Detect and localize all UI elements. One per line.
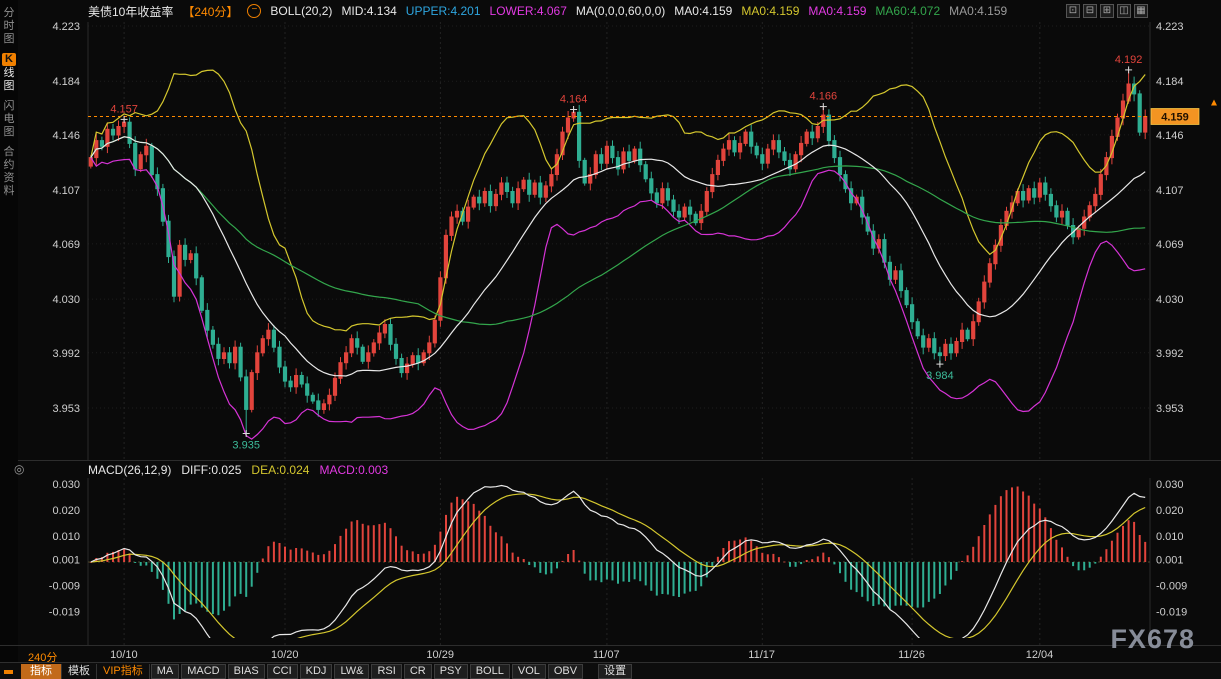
layout-grid-4-icon[interactable]: ⊞ <box>1100 4 1114 18</box>
ma-label: MA(0,0,0,60,0,0) <box>576 4 665 18</box>
toolbar-item-8[interactable]: LW& <box>334 664 369 679</box>
sidebar-tab-1[interactable]: K线图 <box>1 53 17 93</box>
date-label-5: 11/26 <box>898 649 925 661</box>
svg-text:0.010: 0.010 <box>1156 531 1184 543</box>
ma-value-2: MA0:4.159 <box>808 4 866 18</box>
layout-side-icon[interactable]: ◫ <box>1117 4 1131 18</box>
svg-text:4.107: 4.107 <box>52 185 80 197</box>
toolbar-item-6[interactable]: CCI <box>267 664 298 679</box>
svg-text:4.184: 4.184 <box>1156 76 1184 88</box>
date-label-1: 10/20 <box>271 649 299 661</box>
boll-upper-value: UPPER:4.201 <box>406 4 481 18</box>
toolbar-item-9[interactable]: RSI <box>371 664 401 679</box>
svg-text:4.192: 4.192 <box>1115 54 1143 66</box>
toolbar-handle-icon[interactable] <box>4 670 13 674</box>
date-label-6: 12/04 <box>1026 649 1054 661</box>
svg-text:0.020: 0.020 <box>52 505 80 517</box>
svg-text:4.030: 4.030 <box>1156 294 1184 306</box>
svg-text:4.159: 4.159 <box>1161 112 1189 124</box>
svg-text:4.030: 4.030 <box>52 294 80 306</box>
svg-text:4.157: 4.157 <box>110 103 138 115</box>
date-label-2: 10/29 <box>426 649 454 661</box>
svg-text:4.069: 4.069 <box>52 239 80 251</box>
ma-value-4: MA0:4.159 <box>949 4 1007 18</box>
date-label-0: 10/10 <box>110 649 138 661</box>
svg-text:-0.009: -0.009 <box>49 580 80 592</box>
toolbar-item-15[interactable]: 设置 <box>598 664 632 679</box>
svg-text:0.001: 0.001 <box>1156 554 1184 566</box>
svg-text:4.184: 4.184 <box>52 76 80 88</box>
toolbar-item-14[interactable]: OBV <box>548 664 583 679</box>
ma-value-0: MA0:4.159 <box>674 4 732 18</box>
macd-header: MACD(26,12,9) DIFF:0.025 DEA:0.024 MACD:… <box>18 460 1221 478</box>
period-tag[interactable]: 【240分】 <box>182 3 238 20</box>
watermark: FX678 <box>1110 624 1195 655</box>
toolbar-item-7[interactable]: KDJ <box>300 664 333 679</box>
chart-header: 美债10年收益率 【240分】 − BOLL(20,2) MID:4.134 U… <box>18 0 1221 22</box>
macd-macd-value: MACD:0.003 <box>319 463 388 477</box>
boll-lower-value: LOWER:4.067 <box>490 4 567 18</box>
current-price-tag: 4.159 <box>1151 100 1217 125</box>
svg-text:4.223: 4.223 <box>1156 22 1184 33</box>
svg-text:0.001: 0.001 <box>52 554 80 566</box>
sidebar-tabs: 分时图 K线图闪电图合约资料 <box>0 0 18 679</box>
svg-text:0.010: 0.010 <box>52 531 80 543</box>
sidebar-tab-0[interactable]: 分时图 <box>1 7 17 46</box>
svg-text:3.935: 3.935 <box>232 440 260 452</box>
svg-text:-0.019: -0.019 <box>49 606 80 618</box>
ma-value-3: MA60:4.072 <box>875 4 940 18</box>
symbol-title: 美债10年收益率 <box>88 3 173 20</box>
date-label-3: 11/07 <box>593 649 620 661</box>
svg-text:0.030: 0.030 <box>1156 479 1184 491</box>
toolbar-item-3[interactable]: MA <box>151 664 180 679</box>
chart-application: 分时图 K线图闪电图合约资料 美债10年收益率 【240分】 − BOLL(20,… <box>0 0 1221 679</box>
toolbar-item-13[interactable]: VOL <box>512 664 546 679</box>
boll-label: BOLL(20,2) <box>270 4 332 18</box>
ma-value-1: MA0:4.159 <box>741 4 799 18</box>
svg-text:4.107: 4.107 <box>1156 185 1184 197</box>
svg-text:3.953: 3.953 <box>52 403 80 415</box>
svg-text:4.146: 4.146 <box>1156 130 1184 142</box>
svg-text:4.166: 4.166 <box>810 91 838 103</box>
collapse-circle-icon[interactable]: − <box>247 4 261 18</box>
macd-label: MACD(26,12,9) <box>88 463 171 477</box>
toolbar-item-4[interactable]: MACD <box>181 664 225 679</box>
toolbar-item-5[interactable]: BIAS <box>228 664 265 679</box>
main-price-chart[interactable]: 4.223 4.223 4.184 4.184 4.146 4.146 4.107 4.107… <box>18 22 1221 460</box>
svg-text:4.146: 4.146 <box>52 130 80 142</box>
sidebar-tab-2[interactable]: 闪电图 <box>1 100 17 139</box>
svg-text:4.223: 4.223 <box>52 22 80 33</box>
sidebar-tab-3[interactable]: 合约资料 <box>1 146 17 198</box>
window-layout-icons: ⊡⊟⊞◫▦ <box>1066 4 1148 18</box>
toolbar-item-2[interactable]: VIP指标 <box>97 664 150 679</box>
layout-grid-6-icon[interactable]: ▦ <box>1134 4 1148 18</box>
svg-text:4.069: 4.069 <box>1156 239 1184 251</box>
svg-text:3.992: 3.992 <box>52 348 80 360</box>
svg-text:-0.009: -0.009 <box>1156 580 1187 592</box>
date-axis: 240分 10/1010/2010/2911/0711/1711/2612/04 <box>0 645 1221 663</box>
svg-text:0.020: 0.020 <box>1156 505 1184 517</box>
svg-text:3.984: 3.984 <box>926 370 954 382</box>
indicator-toolbar: 指标模板VIP指标MAMACDBIASCCIKDJLW&RSICRPSYBOLL… <box>0 662 1221 679</box>
magnifier-icon[interactable]: ◎ <box>14 462 24 476</box>
boll-mid-value: MID:4.134 <box>341 4 396 18</box>
macd-indicator-chart[interactable]: 0.030 0.030 0.020 0.020 0.010 0.010 0.001 0.001… <box>18 478 1221 645</box>
layout-single-icon[interactable]: ⊡ <box>1066 4 1080 18</box>
toolbar-item-12[interactable]: BOLL <box>470 664 510 679</box>
macd-dea-value: DEA:0.024 <box>251 463 309 477</box>
toolbar-item-1[interactable]: 模板 <box>62 664 97 679</box>
macd-diff-value: DIFF:0.025 <box>181 463 241 477</box>
svg-text:-0.019: -0.019 <box>1156 606 1187 618</box>
svg-text:0.030: 0.030 <box>52 479 80 491</box>
svg-text:3.992: 3.992 <box>1156 348 1184 360</box>
layout-split-2-icon[interactable]: ⊟ <box>1083 4 1097 18</box>
toolbar-item-0[interactable]: 指标 <box>21 664 62 679</box>
date-label-4: 11/17 <box>748 649 775 661</box>
svg-text:3.953: 3.953 <box>1156 403 1184 415</box>
toolbar-item-10[interactable]: CR <box>404 664 432 679</box>
svg-text:4.164: 4.164 <box>560 94 588 106</box>
toolbar-item-11[interactable]: PSY <box>434 664 468 679</box>
toolbar-items: 指标模板VIP指标MAMACDBIASCCIKDJLW&RSICRPSYBOLL… <box>21 664 633 679</box>
